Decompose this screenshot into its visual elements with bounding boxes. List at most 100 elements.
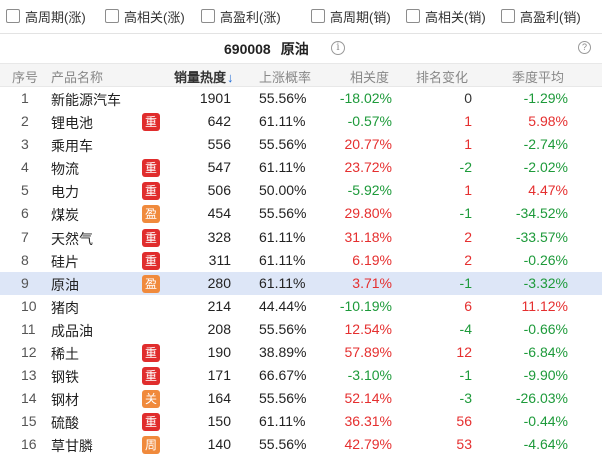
table-row[interactable]: 13 钢铁 171 66.67% -3.10% -1 -9.90% 重 <box>0 364 602 387</box>
row-prob: 61.11% <box>259 113 306 130</box>
row-rank: 1 <box>464 136 472 153</box>
row-no: 5 <box>21 182 29 199</box>
table-row[interactable]: 12 稀土 190 38.89% 57.89% 12 -6.84% 重 <box>0 341 602 364</box>
table-row[interactable]: 15 硫酸 150 61.11% 36.31% 56 -0.44% 重 <box>0 410 602 433</box>
row-corr: 36.31% <box>344 413 392 430</box>
table-row[interactable]: 7 天然气 328 61.11% 31.18% 2 -33.57% 重 <box>0 226 602 249</box>
row-rank: 53 <box>456 436 472 453</box>
filter-high-corr-sales[interactable]: 高相关(销) <box>406 7 486 25</box>
table-row[interactable]: 8 硅片 311 61.11% 6.19% 2 -0.26% 重 <box>0 249 602 272</box>
row-corr: 20.77% <box>344 136 392 153</box>
table-header: 序号 产品名称 销量热度↓ 上涨概率 相关度 排名变化 季度平均 <box>0 63 602 87</box>
col-header-prob[interactable]: 上涨概率 <box>259 67 311 86</box>
table-row[interactable]: 6 煤炭 454 55.56% 29.80% -1 -34.52% 盈 <box>0 202 602 225</box>
row-season: 11.12% <box>521 297 568 314</box>
row-rank: 56 <box>456 413 472 430</box>
row-badge: 盈 <box>142 274 160 293</box>
checkbox[interactable] <box>201 9 215 23</box>
row-corr: -0.57% <box>347 113 392 130</box>
row-name: 锂电池 <box>51 115 93 132</box>
row-corr: -5.92% <box>347 182 392 199</box>
row-name: 硫酸 <box>51 415 79 432</box>
table-row[interactable]: 2 锂电池 642 61.11% -0.57% 1 5.98% 重 <box>0 110 602 133</box>
row-no: 4 <box>21 159 29 176</box>
filter-high-cycle-rise[interactable]: 高周期(涨) <box>6 7 86 25</box>
checkbox[interactable] <box>406 9 420 23</box>
row-name: 新能源汽车 <box>51 92 121 108</box>
row-rank: -1 <box>459 205 472 222</box>
row-corr: -10.19% <box>339 297 392 314</box>
checkbox[interactable] <box>501 9 515 23</box>
filter-label: 高盈利(销) <box>520 9 581 25</box>
col-header-season[interactable]: 季度平均 <box>512 67 564 86</box>
row-name: 原油 <box>51 276 79 293</box>
row-rank: -2 <box>459 159 472 176</box>
table-row[interactable]: 4 物流 547 61.11% 23.72% -2 -2.02% 重 <box>0 156 602 179</box>
checkbox[interactable] <box>6 9 20 23</box>
row-name: 煤炭 <box>51 207 79 224</box>
filter-label: 高相关(涨) <box>124 9 185 25</box>
checkbox[interactable] <box>105 9 119 23</box>
table-row[interactable]: 14 钢材 164 55.56% 52.14% -3 -26.03% 关 <box>0 387 602 410</box>
row-season: -2.74% <box>523 136 568 153</box>
row-corr: 52.14% <box>344 390 392 407</box>
row-season: -2.02% <box>523 159 568 176</box>
row-corr: -18.02% <box>339 90 392 106</box>
row-rank: 1 <box>464 113 472 130</box>
row-no: 12 <box>21 344 37 361</box>
row-season: -1.29% <box>523 90 568 106</box>
table-row[interactable]: 10 猪肉 214 44.44% -10.19% 6 11.12% <box>0 295 602 318</box>
row-hot: 190 <box>207 344 231 361</box>
row-rank: 12 <box>456 344 472 361</box>
table-row[interactable]: 5 电力 506 50.00% -5.92% 1 4.47% 重 <box>0 179 602 202</box>
filter-high-profit-rise[interactable]: 高盈利(涨) <box>201 7 281 25</box>
row-prob: 55.56% <box>259 320 307 337</box>
table-row[interactable]: 11 成品油 208 55.56% 12.54% -4 -0.66% <box>0 318 602 341</box>
help-icon[interactable]: ? <box>578 41 591 54</box>
row-rank: 2 <box>464 228 472 245</box>
row-rank: 1 <box>464 182 472 199</box>
checkbox[interactable] <box>311 9 325 23</box>
row-prob: 44.44% <box>259 297 307 314</box>
row-no: 1 <box>21 90 29 106</box>
table-row[interactable]: 16 草甘膦 140 55.56% 42.79% 53 -4.64% 周 <box>0 433 602 456</box>
row-season: -34.52% <box>515 205 568 222</box>
row-prob: 61.11% <box>259 228 306 245</box>
row-prob: 50.00% <box>259 182 307 199</box>
row-prob: 55.56% <box>259 90 307 106</box>
row-prob: 55.56% <box>259 205 307 222</box>
row-season: -26.03% <box>515 390 568 407</box>
row-prob: 61.11% <box>259 274 306 291</box>
col-header-corr[interactable]: 相关度 <box>350 67 389 86</box>
row-hot: 171 <box>207 367 231 384</box>
row-season: -0.44% <box>523 413 568 430</box>
row-season: -4.64% <box>523 436 568 453</box>
filter-high-cycle-sales[interactable]: 高周期(销) <box>311 7 391 25</box>
col-header-hot-label: 销量热度 <box>174 70 227 85</box>
col-header-hot[interactable]: 销量热度↓ <box>174 67 234 86</box>
row-rank: -1 <box>459 274 472 291</box>
row-corr: 31.18% <box>344 228 392 245</box>
col-header-rank[interactable]: 排名变化 <box>416 67 468 86</box>
table-row[interactable]: 9 原油 280 61.11% 3.71% -1 -3.32% 盈 <box>0 271 602 295</box>
table-body: 1 新能源汽车 1901 55.56% -18.02% 0 -1.29% 2 锂电池 642 61.… <box>0 87 602 457</box>
row-no: 7 <box>21 228 29 245</box>
row-corr: -3.10% <box>347 367 392 384</box>
row-season: -9.90% <box>523 367 568 384</box>
row-hot: 140 <box>207 436 231 453</box>
row-no: 15 <box>21 413 37 430</box>
filter-high-corr-rise[interactable]: 高相关(涨) <box>105 7 185 25</box>
row-badge: 重 <box>142 182 160 201</box>
filter-high-profit-sales[interactable]: 高盈利(销) <box>501 7 581 25</box>
row-prob: 61.11% <box>259 159 306 176</box>
table-row[interactable]: 1 新能源汽车 1901 55.56% -18.02% 0 -1.29% <box>0 87 602 110</box>
row-no: 8 <box>21 251 29 268</box>
row-hot: 214 <box>207 297 231 314</box>
row-name: 钢材 <box>51 392 79 409</box>
info-icon[interactable]: i <box>331 41 345 55</box>
table-row[interactable]: 3 乘用车 556 55.56% 20.77% 1 -2.74% <box>0 133 602 156</box>
col-header-name[interactable]: 产品名称 <box>51 67 103 86</box>
row-hot: 642 <box>207 113 231 130</box>
col-header-no[interactable]: 序号 <box>12 67 38 86</box>
row-name: 硅片 <box>51 253 79 270</box>
